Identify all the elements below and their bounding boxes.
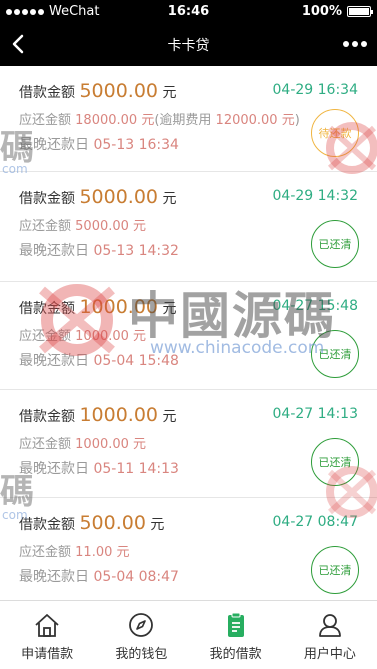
deadline-label: 最晚还款日: [19, 243, 89, 259]
loan-amount: 借款金额 5000.00 元: [19, 186, 176, 208]
loan-amount: 借款金额 1000.00 元: [19, 404, 176, 426]
amount-unit: 元: [162, 301, 177, 317]
due-amount: 应还金额 18000.00 元(逾期费用 12000.00 元): [19, 109, 300, 128]
due-value: 1000.00 元: [75, 329, 147, 344]
loan-amount: 借款金额 500.00 元: [19, 512, 164, 534]
more-icon[interactable]: [343, 36, 367, 52]
amount-unit: 元: [150, 517, 165, 533]
amount-label: 借款金额: [19, 409, 75, 425]
due-value: 11.00 元: [75, 545, 130, 560]
overdue-label: (逾期费用: [154, 113, 216, 128]
amount-label: 借款金额: [19, 517, 75, 533]
deadline-value: 05-04 08:47: [93, 569, 179, 585]
loan-date: 04-29 16:34: [272, 82, 358, 98]
tab-label: 用户中心: [303, 647, 356, 662]
battery-percent: 100%: [301, 4, 342, 19]
amount-value: 5000.00: [79, 186, 159, 208]
amount-label: 借款金额: [19, 85, 75, 101]
amount-value: 1000.00: [79, 404, 159, 426]
due-label: 应还金额: [19, 113, 72, 128]
deadline: 最晚还款日 05-11 14:13: [19, 458, 179, 478]
loan-list: 借款金额 5000.00 元 04-29 16:34 应还金额 18000.00…: [0, 66, 377, 600]
deadline-label: 最晚还款日: [19, 569, 89, 585]
tab-label: 我的钱包: [115, 647, 168, 662]
loan-date: 04-27 08:47: [272, 514, 358, 530]
battery-icon: [347, 6, 373, 17]
battery-info: 100%: [301, 4, 373, 19]
status-bar: WeChat 16:46 100%: [0, 0, 377, 22]
amount-unit: 元: [162, 409, 177, 425]
tab-my-loans[interactable]: 我的借款: [189, 601, 283, 669]
due-amount: 应还金额 5000.00 元: [19, 215, 146, 234]
loan-card[interactable]: 借款金额 5000.00 元 04-29 16:34 应还金额 18000.00…: [0, 66, 377, 172]
clipboard-icon: [227, 612, 244, 637]
deadline: 最晚还款日 05-13 16:34: [19, 134, 179, 154]
due-value: 5000.00 元: [75, 219, 147, 234]
amount-value: 1000.00: [79, 296, 159, 318]
deadline-value: 05-04 15:48: [93, 353, 179, 369]
loan-card[interactable]: 借款金额 5000.00 元 04-29 14:32 应还金额 5000.00 …: [0, 172, 377, 282]
due-value: 18000.00 元: [75, 113, 155, 128]
amount-label: 借款金额: [19, 301, 75, 317]
status-badge[interactable]: 待还款: [311, 109, 359, 157]
loan-card[interactable]: 借款金额 1000.00 元 04-27 15:48 应还金额 1000.00 …: [0, 282, 377, 390]
status-badge[interactable]: 已还清: [311, 546, 359, 594]
loan-date: 04-27 15:48: [272, 298, 358, 314]
deadline-label: 最晚还款日: [19, 137, 89, 153]
deadline-value: 05-13 14:32: [93, 243, 179, 259]
due-amount: 应还金额 11.00 元: [19, 541, 130, 560]
tab-apply-loan[interactable]: 申请借款: [0, 601, 94, 669]
deadline-value: 05-13 16:34: [93, 137, 179, 153]
home-icon: [35, 614, 59, 637]
due-label: 应还金额: [19, 219, 72, 234]
deadline-value: 05-11 14:13: [93, 461, 179, 477]
compass-icon: [129, 613, 154, 637]
user-icon: [318, 614, 341, 637]
due-value: 1000.00 元: [75, 437, 147, 452]
tab-my-wallet[interactable]: 我的钱包: [94, 601, 188, 669]
nav-bar: 卡卡贷: [0, 22, 377, 66]
amount-unit: 元: [162, 85, 177, 101]
due-label: 应还金额: [19, 437, 72, 452]
due-amount: 应还金额 1000.00 元: [19, 325, 146, 344]
deadline: 最晚还款日 05-13 14:32: [19, 240, 179, 260]
tab-bar: 申请借款 我的钱包 我的借款 用户中心: [0, 600, 377, 669]
amount-value: 5000.00: [79, 80, 159, 102]
due-label: 应还金额: [19, 329, 72, 344]
tab-label: 我的借款: [209, 647, 262, 662]
status-badge[interactable]: 已还清: [311, 330, 359, 378]
loan-date: 04-29 14:32: [272, 188, 358, 204]
due-amount: 应还金额 1000.00 元: [19, 433, 146, 452]
loan-date: 04-27 14:13: [272, 406, 358, 422]
overdue-fee: 12000.00 元: [215, 113, 295, 128]
loan-card[interactable]: 借款金额 1000.00 元 04-27 14:13 应还金额 1000.00 …: [0, 390, 377, 498]
overdue-close: ): [294, 113, 300, 128]
loan-amount: 借款金额 1000.00 元: [19, 296, 176, 318]
deadline: 最晚还款日 05-04 15:48: [19, 350, 179, 370]
deadline-label: 最晚还款日: [19, 353, 89, 369]
status-badge[interactable]: 已还清: [311, 220, 359, 268]
page-title: 卡卡贷: [167, 38, 210, 54]
due-label: 应还金额: [19, 545, 72, 560]
tab-label: 申请借款: [21, 647, 74, 662]
amount-value: 500.00: [79, 512, 146, 534]
loan-card[interactable]: 借款金额 500.00 元 04-27 08:47 应还金额 11.00 元 最…: [0, 498, 377, 600]
loan-amount: 借款金额 5000.00 元: [19, 80, 176, 102]
tab-user-center[interactable]: 用户中心: [283, 601, 377, 669]
amount-unit: 元: [162, 191, 177, 207]
amount-label: 借款金额: [19, 191, 75, 207]
status-badge[interactable]: 已还清: [311, 438, 359, 486]
deadline: 最晚还款日 05-04 08:47: [19, 566, 179, 586]
deadline-label: 最晚还款日: [19, 461, 89, 477]
